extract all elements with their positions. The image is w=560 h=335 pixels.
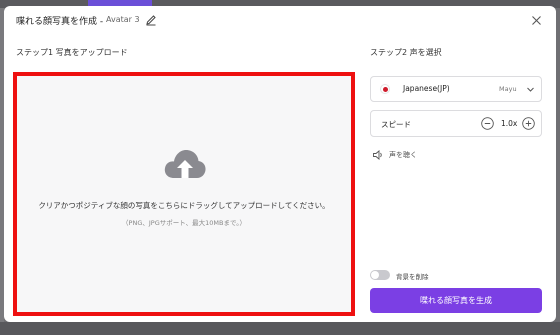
chevron-down-icon: [527, 87, 534, 92]
speaker-icon: [373, 150, 382, 160]
step2-label: ステップ2 声を選択: [370, 48, 442, 57]
speed-value: 1.0x: [501, 119, 518, 128]
background-bottom-bar: [0, 322, 560, 335]
toggle-knob: [371, 271, 379, 279]
close-icon[interactable]: [531, 15, 542, 26]
create-avatar-dialog: 喋れる顔写真を作成 - Avatar 3 ステップ1 写真をアップロード クリア…: [4, 6, 556, 322]
generate-button-label: 喋れる顔写真を生成: [420, 296, 492, 305]
listen-voice-label: 声を聴く: [389, 151, 417, 159]
voice-language: Japanese(JP): [403, 84, 450, 93]
listen-voice-button[interactable]: 声を聴く: [372, 148, 432, 162]
voice-name: Mayu: [499, 85, 517, 93]
step1-label: ステップ1 写真をアップロード: [16, 48, 128, 57]
speed-label: スピード: [381, 120, 411, 129]
remove-background-label: 背景を削除: [396, 273, 429, 281]
generate-button[interactable]: 喋れる顔写真を生成: [370, 288, 542, 313]
dialog-title: 喋れる顔写真を作成 -: [16, 17, 104, 27]
speed-decrease-button[interactable]: [481, 117, 494, 130]
upload-instructions: クリアかつポジティブな顔の写真をこちらにドラッグしてアップロードしてください。: [38, 201, 330, 210]
avatar-name: Avatar 3: [106, 15, 140, 24]
speed-control: スピード 1.0x: [370, 110, 542, 137]
cloud-upload-icon: [164, 150, 206, 178]
photo-upload-dropzone[interactable]: クリアかつポジティブな顔の写真をこちらにドラッグしてアップロードしてください。 …: [13, 72, 355, 316]
speed-increase-button[interactable]: [522, 117, 535, 130]
voice-select[interactable]: Japanese(JP) Mayu: [370, 76, 542, 102]
japan-flag-icon: [380, 84, 390, 94]
dialog-header: 喋れる顔写真を作成 - Avatar 3: [4, 6, 556, 36]
remove-background-toggle[interactable]: [370, 270, 390, 280]
upload-format-hint: （PNG、JPGサポート、最大10MBまで。）: [122, 219, 246, 227]
pencil-icon[interactable]: [145, 14, 157, 26]
